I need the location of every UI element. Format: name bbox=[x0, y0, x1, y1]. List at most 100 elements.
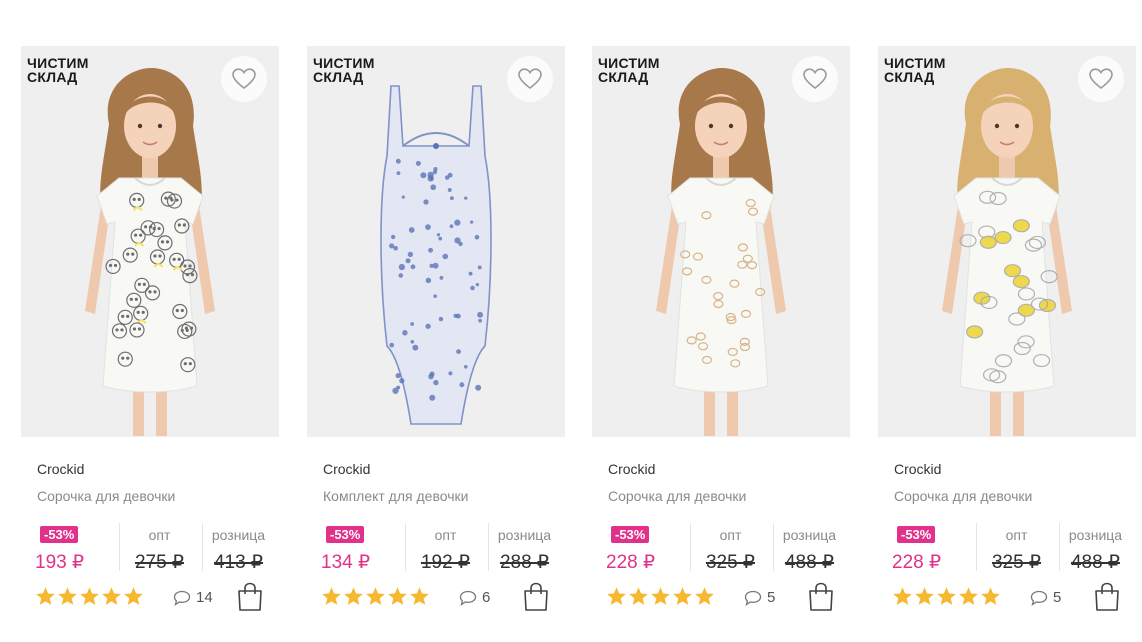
discount-badge: -53% bbox=[897, 526, 936, 543]
rating-stars[interactable] bbox=[606, 586, 715, 608]
star-icon bbox=[629, 587, 648, 605]
product-name-link[interactable]: Сорочка для девочки bbox=[608, 488, 746, 504]
reviews-link[interactable]: 14 bbox=[173, 589, 213, 606]
star-icon bbox=[388, 587, 407, 605]
promo-line-2: СКЛАД bbox=[313, 69, 364, 85]
speech-bubble-icon bbox=[173, 590, 191, 606]
rating-stars[interactable] bbox=[35, 586, 144, 608]
product-photo[interactable]: ЧИСТИМ СКЛАД bbox=[878, 46, 1136, 437]
promo-label: ЧИСТИМ СКЛАД bbox=[598, 56, 660, 84]
retail-price-column: розница 288 ₽ bbox=[488, 523, 560, 573]
opt-price: 325 ₽ bbox=[705, 552, 756, 573]
floral-bodysuit[interactable] bbox=[307, 46, 565, 437]
retail-price-column: розница 488 ₽ bbox=[773, 523, 845, 573]
favorite-button[interactable] bbox=[221, 56, 267, 102]
current-price-column: -53% 134 ₽ bbox=[321, 523, 401, 573]
rating-stars[interactable] bbox=[321, 586, 430, 608]
price-block: -53% 193 ₽ опт 275 ₽ розница 413 ₽ bbox=[35, 523, 273, 575]
star-icon bbox=[959, 587, 978, 605]
retail-price-column: розница 488 ₽ bbox=[1059, 523, 1131, 573]
product-name-link[interactable]: Сорочка для девочки bbox=[894, 488, 1032, 504]
current-price: 228 ₽ bbox=[892, 552, 942, 573]
reviews-link[interactable]: 5 bbox=[744, 589, 775, 606]
product-photo[interactable]: ЧИСТИМ СКЛАД bbox=[592, 46, 850, 437]
current-price: 134 ₽ bbox=[321, 552, 371, 573]
girl-guinea-pig-nightdress[interactable] bbox=[878, 46, 1136, 437]
price-block: -53% 228 ₽ опт 325 ₽ розница 488 ₽ bbox=[892, 523, 1130, 575]
speech-bubble-icon bbox=[744, 590, 762, 606]
opt-label: опт bbox=[434, 527, 457, 543]
promo-line-2: СКЛАД bbox=[27, 69, 78, 85]
opt-label: опт bbox=[148, 527, 171, 543]
opt-price: 325 ₽ bbox=[991, 552, 1042, 573]
retail-price: 288 ₽ bbox=[499, 552, 550, 573]
star-icon bbox=[124, 587, 143, 605]
current-price-column: -53% 228 ₽ bbox=[892, 523, 972, 573]
current-price: 193 ₽ bbox=[35, 552, 85, 573]
brand-link[interactable]: Crockid bbox=[37, 461, 84, 477]
reviews-count: 5 bbox=[767, 589, 776, 606]
heart-outline-icon bbox=[1089, 68, 1113, 90]
promo-label: ЧИСТИМ СКЛАД bbox=[313, 56, 375, 84]
opt-price: 275 ₽ bbox=[134, 552, 185, 573]
product-photo[interactable]: ЧИСТИМ СКЛАД bbox=[307, 46, 565, 437]
star-icon bbox=[673, 587, 692, 605]
opt-price-column: опт 325 ₽ bbox=[690, 523, 770, 573]
discount-badge: -53% bbox=[326, 526, 365, 543]
star-icon bbox=[893, 587, 912, 605]
star-icon bbox=[80, 587, 99, 605]
opt-price-column: опт 325 ₽ bbox=[976, 523, 1056, 573]
girl-panda-nightdress[interactable] bbox=[21, 46, 279, 437]
promo-line-1: ЧИСТИМ bbox=[313, 55, 375, 71]
promo-label: ЧИСТИМ СКЛАД bbox=[27, 56, 89, 84]
product-card[interactable]: ЧИСТИМ СКЛАД Crockid Сорочка для девочки… bbox=[878, 46, 1136, 626]
retail-label: розница bbox=[211, 527, 266, 543]
shopping-bag-icon[interactable] bbox=[523, 582, 549, 612]
star-icon bbox=[695, 587, 714, 605]
girl-owl-nightdress[interactable] bbox=[592, 46, 850, 437]
star-icon bbox=[915, 587, 934, 605]
star-icon bbox=[344, 587, 363, 605]
product-card[interactable]: ЧИСТИМ СКЛАД Crockid Сорочка для девочки… bbox=[21, 46, 279, 626]
reviews-link[interactable]: 5 bbox=[1030, 589, 1061, 606]
product-photo[interactable]: ЧИСТИМ СКЛАД bbox=[21, 46, 279, 437]
favorite-button[interactable] bbox=[792, 56, 838, 102]
star-icon bbox=[36, 587, 55, 605]
retail-label: розница bbox=[782, 527, 837, 543]
favorite-button[interactable] bbox=[507, 56, 553, 102]
heart-outline-icon bbox=[518, 68, 542, 90]
product-card[interactable]: ЧИСТИМ СКЛАД Crockid Сорочка для девочки… bbox=[592, 46, 850, 626]
shopping-bag-icon[interactable] bbox=[237, 582, 263, 612]
opt-price: 192 ₽ bbox=[420, 552, 471, 573]
star-icon bbox=[102, 587, 121, 605]
shopping-bag-icon[interactable] bbox=[808, 582, 834, 612]
product-name-link[interactable]: Комплект для девочки bbox=[323, 488, 468, 504]
opt-price-column: опт 192 ₽ bbox=[405, 523, 485, 573]
retail-price: 413 ₽ bbox=[213, 552, 264, 573]
retail-label: розница bbox=[497, 527, 552, 543]
opt-label: опт bbox=[1005, 527, 1028, 543]
reviews-count: 14 bbox=[196, 589, 213, 606]
product-card[interactable]: ЧИСТИМ СКЛАД Crockid Комплект для девочк… bbox=[307, 46, 565, 626]
opt-label: опт bbox=[719, 527, 742, 543]
product-name-link[interactable]: Сорочка для девочки bbox=[37, 488, 175, 504]
promo-line-1: ЧИСТИМ bbox=[27, 55, 89, 71]
retail-price: 488 ₽ bbox=[784, 552, 835, 573]
promo-label: ЧИСТИМ СКЛАД bbox=[884, 56, 946, 84]
star-icon bbox=[366, 587, 385, 605]
rating-stars[interactable] bbox=[892, 586, 1001, 608]
shopping-bag-icon[interactable] bbox=[1094, 582, 1120, 612]
reviews-link[interactable]: 6 bbox=[459, 589, 490, 606]
reviews-count: 6 bbox=[482, 589, 491, 606]
reviews-count: 5 bbox=[1053, 589, 1062, 606]
favorite-button[interactable] bbox=[1078, 56, 1124, 102]
brand-link[interactable]: Crockid bbox=[894, 461, 941, 477]
brand-link[interactable]: Crockid bbox=[323, 461, 370, 477]
star-icon bbox=[651, 587, 670, 605]
retail-price-column: розница 413 ₽ bbox=[202, 523, 274, 573]
brand-link[interactable]: Crockid bbox=[608, 461, 655, 477]
price-block: -53% 228 ₽ опт 325 ₽ розница 488 ₽ bbox=[606, 523, 844, 575]
heart-outline-icon bbox=[803, 68, 827, 90]
promo-line-2: СКЛАД bbox=[884, 69, 935, 85]
current-price-column: -53% 228 ₽ bbox=[606, 523, 686, 573]
